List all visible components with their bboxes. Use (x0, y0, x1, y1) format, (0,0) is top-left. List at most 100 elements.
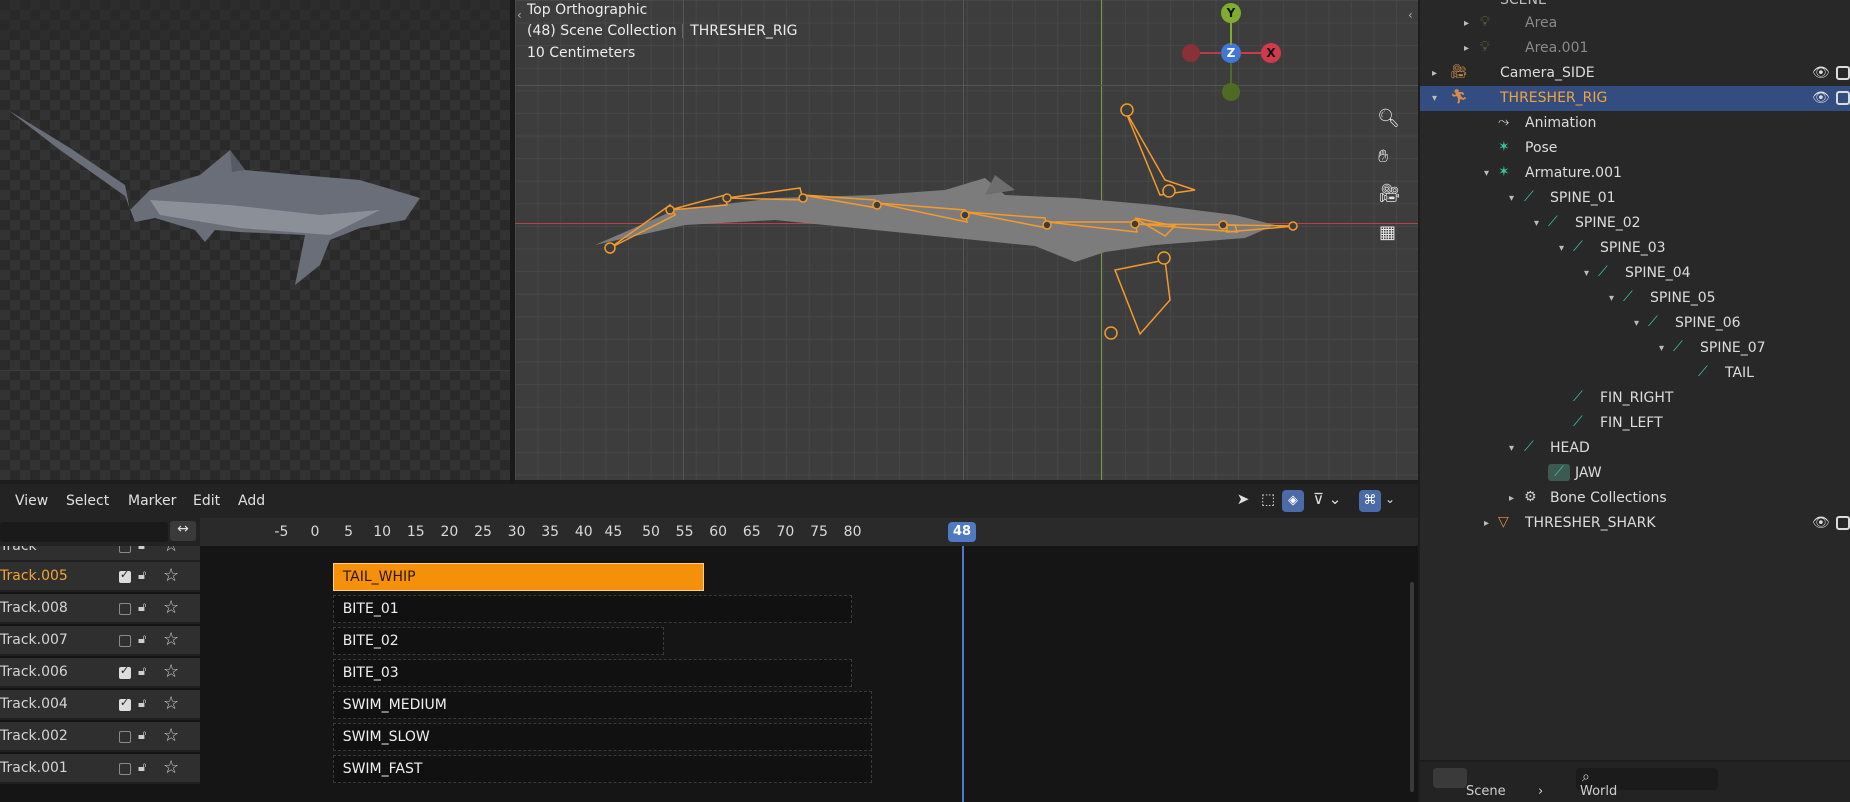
nla-track-row[interactable]: Track 🔓︎ ☆ (0, 546, 200, 562)
render-camera-icon[interactable] (1836, 66, 1850, 80)
collapse-right-icon[interactable]: ‹ (1408, 8, 1413, 22)
expanded-triangle-icon[interactable]: ▾ (1559, 236, 1564, 261)
outliner-row-spine-01[interactable]: ▾ ⟋ SPINE_01 (1420, 186, 1850, 211)
track-name[interactable]: Track.006 (0, 664, 68, 680)
lock-icon[interactable]: 🔓︎ (138, 632, 146, 647)
gizmo-y-axis[interactable]: Y (1221, 3, 1241, 23)
nla-action-strip[interactable]: SWIM_FAST (332, 755, 873, 783)
outliner-row-area-001[interactable]: ▸ 💡︎ Area.001 (1420, 36, 1850, 61)
expanded-triangle-icon[interactable]: ▾ (1609, 286, 1614, 311)
nla-action-strip[interactable]: BITE_01 (332, 595, 853, 623)
expanded-triangle-icon[interactable]: ▾ (1584, 261, 1589, 286)
track-mute-checkbox[interactable] (119, 603, 131, 615)
expanded-triangle-icon[interactable]: ▾ (1509, 186, 1514, 211)
collapsed-triangle-icon[interactable]: ▸ (1464, 11, 1469, 36)
solo-star-icon[interactable]: ☆ (163, 597, 179, 618)
track-mute-checkbox[interactable] (119, 763, 131, 775)
expanded-triangle-icon[interactable]: ▾ (1659, 336, 1664, 361)
select-cursor-icon[interactable]: ➤ (1232, 490, 1254, 512)
expanded-triangle-icon[interactable]: ▾ (1484, 161, 1489, 186)
pan-hand-icon[interactable]: ✋︎ (1378, 146, 1388, 167)
outliner-row-area[interactable]: ▸ 💡︎ Area (1420, 11, 1850, 36)
nla-action-strip[interactable]: BITE_02 (332, 627, 664, 655)
solo-star-icon[interactable]: ☆ (163, 693, 179, 714)
render-camera-icon[interactable] (1836, 91, 1850, 105)
outliner-row-fin-left[interactable]: ⟋ FIN_LEFT (1420, 411, 1850, 436)
track-name[interactable]: Track.007 (0, 632, 68, 648)
outliner-row-spine-06[interactable]: ▾ ⟋ SPINE_06 (1420, 311, 1850, 336)
outliner-row-spine-04[interactable]: ▾ ⟋ SPINE_04 (1420, 261, 1850, 286)
nla-track-row[interactable]: Track.004 🔓︎ ☆ (0, 690, 200, 720)
outliner-row-camera-side[interactable]: ▸ 🎥︎ Camera_SIDE 👁︎ (1420, 61, 1850, 86)
chevron-down-icon[interactable]: ⌄ (1385, 492, 1395, 506)
swap-arrows-icon[interactable]: ↔ (170, 521, 196, 541)
outliner-row-head[interactable]: ▾ ⟋ HEAD (1420, 436, 1850, 461)
lock-icon[interactable]: 🔓︎ (138, 760, 146, 775)
track-name[interactable]: Track.005 (0, 568, 68, 584)
frame-ruler[interactable]: ↔ -5 0 5 10 15 20 25 30 35 40 45 50 55 60 65 70 75 80 48 (0, 518, 1418, 546)
gizmo-x-axis[interactable]: X (1261, 43, 1281, 63)
nla-track-row[interactable]: Track.002 🔓︎ ☆ (0, 722, 200, 752)
nla-track-row[interactable]: Track.006 🔓︎ ☆ (0, 658, 200, 688)
nla-action-strip[interactable]: BITE_03 (332, 659, 853, 687)
lock-icon[interactable]: 🔓︎ (138, 664, 146, 679)
render-camera-icon[interactable] (1836, 516, 1850, 530)
outliner-row-tail[interactable]: ⟋ TAIL (1420, 361, 1850, 386)
lock-icon[interactable]: 🔓︎ (138, 568, 146, 583)
menu-marker[interactable]: Marker (128, 493, 176, 509)
snapping-icon[interactable]: ⌘ (1359, 490, 1381, 512)
solo-star-icon[interactable]: ☆ (163, 629, 179, 650)
lock-icon[interactable]: 🔓︎ (138, 600, 146, 615)
collapsed-triangle-icon[interactable]: ▸ (1432, 61, 1437, 86)
nla-tracks-area[interactable]: Track🔓︎☆Track.005🔓︎☆Track.008🔓︎☆Track.00… (0, 546, 1418, 802)
solo-star-icon[interactable]: ☆ (163, 757, 179, 778)
expanded-triangle-icon[interactable]: ▾ (1534, 211, 1539, 236)
solo-star-icon[interactable]: ☆ (163, 546, 179, 556)
menu-add[interactable]: Add (238, 493, 265, 509)
nla-action-strip[interactable]: SWIM_MEDIUM (332, 691, 873, 719)
playhead-line[interactable] (962, 546, 964, 802)
track-name[interactable]: Track.001 (0, 760, 68, 776)
nla-action-strip[interactable]: SWIM_SLOW (332, 723, 873, 751)
collapse-left-icon[interactable]: ‹ (517, 8, 522, 22)
nla-action-strip[interactable]: TAIL_WHIP (332, 563, 705, 591)
camera-view-icon[interactable]: 🎥︎ (1378, 183, 1401, 204)
grid-toggle-icon[interactable]: ▦ (1379, 222, 1396, 243)
visibility-eye-icon[interactable]: 👁︎ (1812, 511, 1830, 536)
outliner-row-pose[interactable]: ✶ Pose (1420, 136, 1850, 161)
solo-star-icon[interactable]: ☆ (163, 661, 179, 682)
menu-view[interactable]: View (15, 493, 48, 509)
outliner-row-animation[interactable]: ⤳ Animation (1420, 111, 1850, 136)
outliner-row-bone-collections[interactable]: ▸ ⚙ Bone Collections (1420, 486, 1850, 511)
gizmo-neg-x-axis[interactable] (1182, 44, 1200, 62)
collapsed-triangle-icon[interactable]: ▸ (1464, 36, 1469, 61)
outliner-row-armature-001[interactable]: ▾ ✶ Armature.001 (1420, 161, 1850, 186)
nla-track-row[interactable]: Track.005 🔓︎ ☆ (0, 562, 200, 592)
outliner-row-spine-07[interactable]: ▾ ⟋ SPINE_07 (1420, 336, 1850, 361)
show-keyframes-icon[interactable]: ◈ (1282, 490, 1304, 512)
track-mute-checkbox[interactable] (119, 664, 131, 679)
track-mute-checkbox[interactable] (119, 546, 131, 553)
solo-star-icon[interactable]: ☆ (163, 725, 179, 746)
solo-star-icon[interactable]: ☆ (163, 565, 179, 586)
expanded-triangle-icon[interactable]: ▾ (1432, 86, 1437, 111)
expanded-triangle-icon[interactable]: ▾ (1509, 436, 1514, 461)
outliner-row-thresher-shark[interactable]: ▸ ▽ THRESHER_SHARK 👁︎ (1420, 511, 1850, 536)
lock-icon[interactable]: 🔓︎ (138, 546, 146, 553)
track-name[interactable]: Track.002 (0, 728, 68, 744)
track-search-field[interactable] (0, 522, 168, 542)
outliner-row-jaw[interactable]: ⟋ JAW (1420, 461, 1850, 486)
outliner-row-spine-05[interactable]: ▾ ⟋ SPINE_05 (1420, 286, 1850, 311)
outliner-row-spine-02[interactable]: ▾ ⟋ SPINE_02 (1420, 211, 1850, 236)
nla-track-row[interactable]: Track.001 🔓︎ ☆ (0, 754, 200, 784)
zoom-icon[interactable]: 🔍︎ (1377, 108, 1400, 129)
nla-track-row[interactable]: Track.008 🔓︎ ☆ (0, 594, 200, 624)
visibility-eye-icon[interactable]: 👁︎ (1812, 61, 1830, 86)
gizmo-neg-y-axis[interactable] (1222, 83, 1240, 101)
track-mute-checkbox[interactable] (119, 568, 131, 583)
track-name[interactable]: Track.008 (0, 600, 68, 616)
outliner-row-fin-right[interactable]: ⟋ FIN_RIGHT (1420, 386, 1850, 411)
box-select-icon[interactable]: ⬚ (1257, 490, 1279, 512)
lock-icon[interactable]: 🔓︎ (138, 728, 146, 743)
outliner-row-thresher-rig[interactable]: ▾ 🏃︎ THRESHER_RIG 👁︎ (1420, 86, 1850, 111)
